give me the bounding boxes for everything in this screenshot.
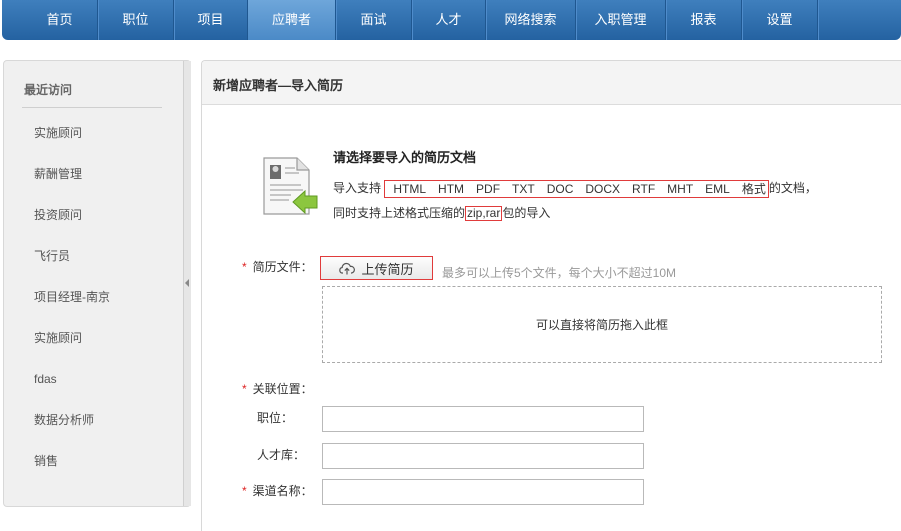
channel-label: * 渠道名称： [242, 482, 313, 499]
channel-label-text: 渠道名称： [252, 484, 313, 498]
nav-home[interactable]: 首页 [22, 0, 98, 40]
nav-interviews[interactable]: 面试 [336, 0, 412, 40]
sidebar-title: 最近访问 [24, 83, 73, 97]
archive-suffix: 包的导入 [502, 206, 551, 220]
format-item: HTM [438, 181, 465, 196]
resume-file-label: * 简历文件： [242, 258, 313, 275]
import-heading: 请选择要导入的简历文档 [333, 150, 477, 165]
archive-formats-highlight: zip,rar [465, 206, 503, 221]
content-header: 新增应聘者—导入简历 [202, 61, 901, 105]
recent-item[interactable]: 数据分析师 [34, 411, 110, 452]
dropzone-text: 可以直接将简历拖入此框 [535, 318, 668, 332]
content-panel: 新增应聘者—导入简历 请选择要导入的简历文档 导入支持 HTML HTM PDF TX… [201, 60, 901, 531]
sidebar-collapse-bar[interactable] [183, 61, 191, 506]
page-title: 新增应聘者—导入简历 [213, 78, 344, 93]
cloud-upload-icon [339, 262, 356, 274]
format-item: MHT [667, 181, 694, 196]
sidebar-divider [22, 107, 162, 108]
formats-highlight: HTML HTM PDF TXT DOC DOCX RTF MHT EML 格式 [384, 179, 769, 198]
nav-reports[interactable]: 报表 [666, 0, 742, 40]
collapse-left-icon[interactable] [185, 279, 189, 287]
recent-item[interactable]: 飞行员 [34, 247, 110, 288]
top-nav: 首页 职位 项目 应聘者 面试 人才 网络搜索 入职管理 报表 设置 [2, 0, 901, 40]
upload-resume-button[interactable]: 上传简历 [320, 256, 433, 280]
upload-button-label: 上传简历 [361, 261, 414, 277]
nav-settings[interactable]: 设置 [742, 0, 818, 40]
recent-item[interactable]: 项目经理-南京 [34, 288, 110, 329]
archive-prefix: 同时支持上述格式压缩的 [333, 206, 466, 220]
format-item: TXT [512, 181, 535, 196]
required-mark: * [242, 484, 247, 498]
recent-item[interactable]: 销售 [34, 452, 110, 493]
relation-label-text: 关联位置： [252, 382, 313, 396]
nav-talent[interactable]: 人才 [412, 0, 486, 40]
recent-item[interactable]: 薪酬管理 [34, 165, 110, 206]
format-item: PDF [476, 181, 501, 196]
resume-dropzone[interactable]: 可以直接将简历拖入此框 [322, 286, 882, 363]
required-mark: * [242, 260, 247, 274]
format-item: DOCX [585, 181, 621, 196]
recent-item[interactable]: 实施顾问 [34, 124, 110, 165]
archive-support-text: 同时支持上述格式压缩的 zip,rar 包的导入 [333, 204, 550, 221]
nav-onboarding[interactable]: 入职管理 [576, 0, 666, 40]
nav-projects[interactable]: 项目 [174, 0, 248, 40]
formats-prefix: 导入支持 [333, 181, 382, 195]
format-item: EML [705, 181, 730, 196]
formats-suffix: 的文档， [768, 181, 817, 195]
format-item: DOC [546, 181, 574, 196]
upload-limit-hint: 最多可以上传5个文件，每个大小不超过10M [442, 266, 677, 280]
position-label: 职位： [257, 411, 294, 425]
nav-applicants[interactable]: 应聘者 [248, 0, 336, 40]
document-import-icon [263, 157, 318, 215]
nav-web-search[interactable]: 网络搜索 [486, 0, 576, 40]
talent-pool-label: 人才库： [257, 448, 306, 462]
format-item: 格式 [741, 181, 766, 196]
recent-list: 实施顾问 薪酬管理 投资顾问 飞行员 项目经理-南京 实施顾问 fdas 数据分… [34, 124, 110, 493]
required-mark: * [242, 382, 247, 396]
resume-file-label-text: 简历文件： [252, 260, 313, 274]
channel-input[interactable] [322, 479, 644, 505]
talent-pool-input[interactable] [322, 443, 644, 469]
relation-label: * 关联位置： [242, 380, 313, 397]
format-item: RTF [632, 181, 656, 196]
recent-item[interactable]: 实施顾问 [34, 329, 110, 370]
supported-formats-text: 导入支持 HTML HTM PDF TXT DOC DOCX RTF MHT EML 格式 的文档， [333, 179, 817, 198]
nav-positions[interactable]: 职位 [98, 0, 174, 40]
recent-item[interactable]: 投资顾问 [34, 206, 110, 247]
format-item: HTML [393, 181, 427, 196]
recent-item[interactable]: fdas [34, 370, 110, 411]
position-input[interactable] [322, 406, 644, 432]
recent-sidebar: 最近访问 实施顾问 薪酬管理 投资顾问 飞行员 项目经理-南京 实施顾问 fda… [3, 60, 191, 507]
